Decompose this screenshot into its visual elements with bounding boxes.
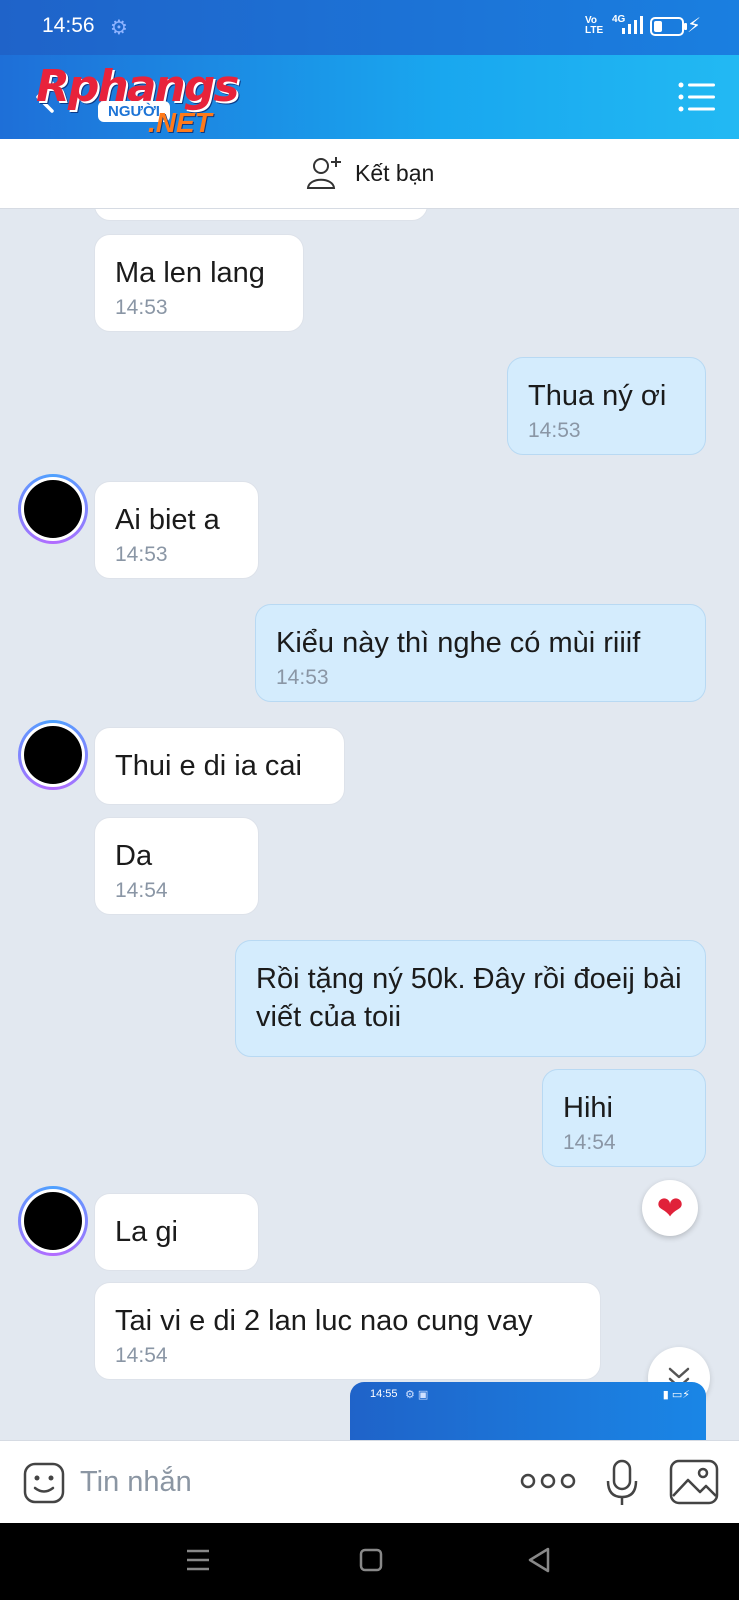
add-friend-icon [306,157,341,189]
system-nav-bar [0,1523,739,1600]
message-bubble-partial [94,209,428,221]
recent-apps-icon[interactable] [185,1545,211,1575]
message-text: Da [115,840,153,872]
message-text: Rồi tặng ný 50k. Đây rồi đoeij bài viết … [256,963,682,1033]
emoji-icon[interactable] [22,1461,66,1505]
add-friend-button[interactable]: Kết bạn [305,153,434,193]
status-time: 14:56 [42,14,95,37]
message-bubble[interactable]: Kiểu này thì nghe có mùi riiif 14:53 [255,604,706,702]
message-text: Thua ný ơi [528,380,667,412]
message-bubble[interactable]: Tai vi e di 2 lan luc nao cung vay 14:54 [94,1282,601,1380]
signal-icon [622,16,643,34]
image-message-preview[interactable]: 14:55 ⚙ ▣ ▮ ▭⚡ [350,1382,706,1440]
volte-indicator: Vo LTE [585,15,604,36]
charging-bolt-icon: ⚡ [687,15,702,37]
message-bubble[interactable]: Da 14:54 [94,817,259,915]
message-bubble[interactable]: Hihi 14:54 [542,1069,706,1167]
add-friend-label: Kết bạn [355,159,435,186]
message-bubble[interactable]: Thua ný ơi 14:53 [507,357,706,455]
message-bubble[interactable]: Ma len lang 14:53 [94,234,304,332]
more-dots-icon[interactable] [520,1471,576,1491]
message-text: Thui e di ia cai [115,750,302,782]
message-bubble[interactable]: Thui e di ia cai [94,727,345,805]
message-text: La gi [115,1216,178,1248]
message-input[interactable]: Tin nhắn [80,1461,380,1503]
message-time: 14:54 [115,1344,168,1367]
gear-icon: ⚙ [110,17,128,39]
image-icon[interactable] [668,1458,720,1506]
contact-avatar[interactable] [18,720,88,790]
heart-icon: ❤ [656,1190,684,1226]
home-icon[interactable] [358,1545,384,1575]
message-time: 14:53 [115,543,168,566]
contact-avatar[interactable] [18,474,88,544]
message-time: 14:53 [276,666,329,689]
logo-suffix: .NET [148,107,212,138]
message-bubble[interactable]: Ai biet a 14:53 [94,481,259,579]
battery-icon [650,17,687,36]
list-menu-icon[interactable] [678,81,716,113]
message-text: Ma len lang [115,257,265,289]
message-time: 14:53 [115,296,168,319]
message-composer: Tin nhắn [0,1440,739,1523]
contact-avatar[interactable] [18,1186,88,1256]
message-time: 14:54 [563,1131,616,1154]
preview-time: 14:55 [370,1388,398,1400]
preview-status-icons: ⚙ ▣ [405,1389,429,1401]
site-logo: Rphangs NGƯỜI .NET [36,61,266,138]
heart-reaction-button[interactable]: ❤ [642,1180,698,1236]
message-text: Tai vi e di 2 lan luc nao cung vay [115,1305,533,1337]
preview-battery-icon: ▮ ▭⚡ [662,1389,690,1401]
message-time: 14:53 [528,419,581,442]
chat-area[interactable]: Ma len lang 14:53 Thua ný ơi 14:53 Ai bi… [0,209,739,1440]
app-header: Rphangs NGƯỜI .NET [0,55,739,139]
message-time: 14:54 [115,879,168,902]
microphone-icon[interactable] [604,1458,640,1508]
message-text: Ai biet a [115,504,220,536]
nav-back-icon[interactable] [526,1545,552,1575]
message-text: Kiểu này thì nghe có mùi riiif [276,627,641,659]
message-bubble[interactable]: La gi [94,1193,259,1271]
status-bar: 14:56 ⚙ Vo LTE 4G ⚡ [0,0,739,55]
message-text: Hihi [563,1092,613,1124]
message-bubble[interactable]: Rồi tặng ný 50k. Đây rồi đoeij bài viết … [235,940,706,1057]
add-friend-bar[interactable]: Kết bạn [0,139,739,209]
